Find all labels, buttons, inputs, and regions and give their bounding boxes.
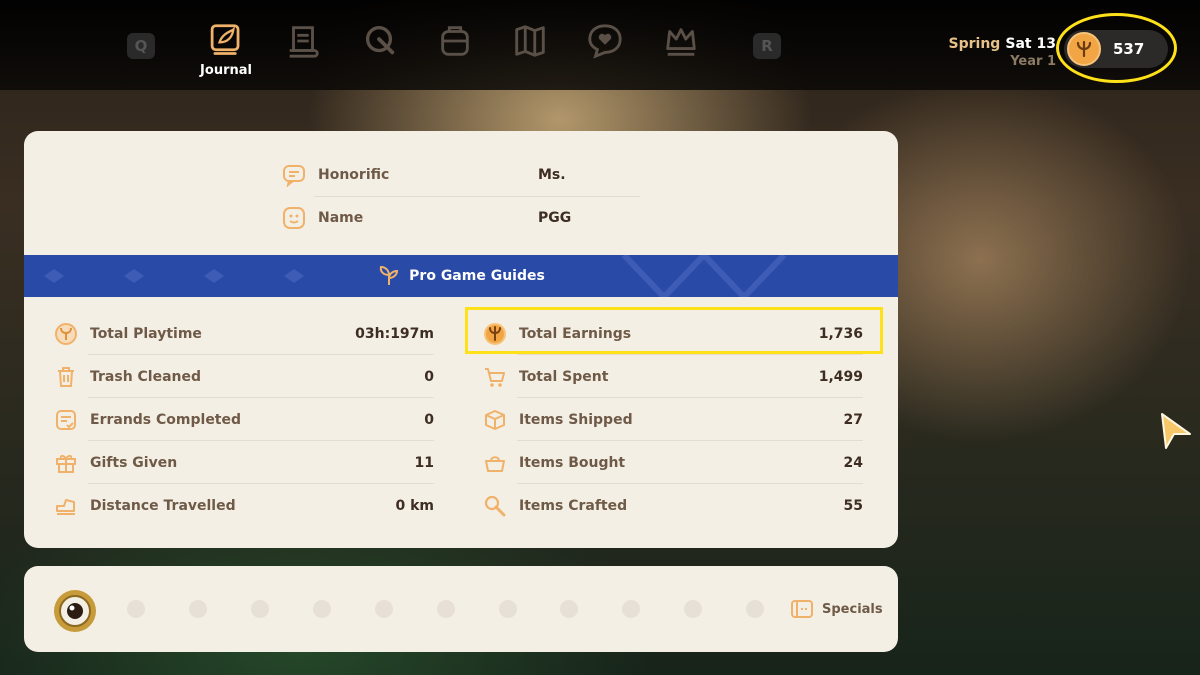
- basket-icon: [485, 456, 505, 472]
- stat-total-spent[interactable]: Total Spent 1,499: [483, 357, 863, 397]
- stat-value: 11: [414, 455, 434, 471]
- farm-name: Pro Game Guides: [409, 268, 545, 284]
- crown-icon: [666, 28, 696, 56]
- pointer-cursor-icon: [1161, 413, 1191, 449]
- date-display: Spring Sat 13 Year 1: [949, 34, 1056, 71]
- special-slot: [375, 600, 393, 618]
- map-icon: [515, 25, 545, 57]
- day-label: Sat 13: [1005, 36, 1056, 52]
- top-navigation-bar: Q Journal R Spring Sat 13 Year 1 537: [0, 0, 1200, 90]
- specials-label: Specials: [822, 601, 883, 617]
- leaf-sprout-icon: [379, 265, 399, 285]
- name-row[interactable]: Name PGG: [282, 197, 640, 239]
- stat-label: Items Crafted: [519, 498, 628, 514]
- honorific-value: Ms.: [538, 167, 566, 183]
- gift-icon: [56, 454, 76, 473]
- special-slot: [313, 600, 331, 618]
- stat-label: Items Shipped: [519, 412, 633, 428]
- stat-value: 03h:197m: [355, 326, 434, 342]
- profile-card: Honorific Ms. Name PGG Pro Game Guides T…: [24, 131, 898, 548]
- name-label: Name: [318, 210, 364, 226]
- divider: [88, 483, 434, 484]
- tab-map[interactable]: [505, 22, 555, 78]
- journal-icon: [210, 24, 240, 55]
- divider: [517, 483, 863, 484]
- craft-icon: [484, 495, 506, 517]
- stat-value: 27: [843, 412, 863, 428]
- divider: [517, 440, 863, 441]
- coin-highlight-ring: [1056, 13, 1177, 83]
- special-slot: [251, 600, 269, 618]
- playtime-icon: [55, 323, 77, 345]
- stat-errands-completed[interactable]: Errands Completed 0: [54, 400, 434, 440]
- stat-gifts-given[interactable]: Gifts Given 11: [54, 443, 434, 483]
- tab-inventory[interactable]: [430, 22, 480, 78]
- divider: [517, 397, 863, 398]
- stat-items-crafted[interactable]: Items Crafted 55: [483, 486, 863, 526]
- special-slot: [437, 600, 455, 618]
- speech-bubble-icon: [283, 165, 305, 187]
- special-slot: [189, 600, 207, 618]
- special-slot: [684, 600, 702, 618]
- tab-tools[interactable]: [354, 22, 404, 78]
- stat-value: 0: [424, 369, 434, 385]
- stat-items-bought[interactable]: Items Bought 24: [483, 443, 863, 483]
- stat-label: Gifts Given: [90, 455, 178, 471]
- earnings-highlight-box: [465, 307, 883, 354]
- stat-label: Total Spent: [519, 369, 609, 385]
- heart-chat-icon: [588, 24, 622, 59]
- tab-relationships[interactable]: [580, 22, 630, 78]
- scroll-icon: [289, 26, 319, 58]
- tab-journal-label: Journal: [200, 63, 252, 78]
- stat-value: 0: [424, 412, 434, 428]
- stat-value: 1,499: [818, 369, 863, 385]
- prev-tab-key-hint[interactable]: Q: [127, 33, 155, 59]
- tab-journal[interactable]: Journal: [200, 22, 252, 78]
- year-label: Year 1: [1010, 54, 1056, 69]
- stat-label: Items Bought: [519, 455, 626, 471]
- backpack-icon: [441, 26, 469, 56]
- divider: [88, 354, 434, 355]
- special-slot: [127, 600, 145, 618]
- divider: [88, 397, 434, 398]
- box-icon: [485, 410, 505, 430]
- stat-label: Total Playtime: [90, 326, 202, 342]
- stat-label: Trash Cleaned: [90, 369, 202, 385]
- stat-distance-travelled[interactable]: Distance Travelled 0 km: [54, 486, 434, 526]
- divider: [517, 354, 863, 355]
- shoe-icon: [56, 499, 75, 515]
- stat-label: Distance Travelled: [90, 498, 236, 514]
- divider: [88, 440, 434, 441]
- special-slot: [622, 600, 640, 618]
- season-label: Spring: [948, 36, 1001, 52]
- stat-trash-cleaned[interactable]: Trash Cleaned 0: [54, 357, 434, 397]
- special-slot: [746, 600, 764, 618]
- stat-value: 24: [843, 455, 863, 471]
- stat-value: 55: [843, 498, 863, 514]
- stat-items-shipped[interactable]: Items Shipped 27: [483, 400, 863, 440]
- specials-icon: [791, 600, 813, 618]
- stat-value: 0 km: [395, 498, 434, 514]
- smiley-icon: [283, 207, 305, 229]
- stat-label: Errands Completed: [90, 412, 242, 428]
- honorific-label: Honorific: [318, 167, 390, 183]
- eye-badge-icon[interactable]: [54, 590, 96, 632]
- special-slot: [499, 600, 517, 618]
- stat-total-playtime[interactable]: Total Playtime 03h:197m: [54, 314, 434, 354]
- specials-card: Specials: [24, 566, 898, 652]
- honorific-row[interactable]: Honorific Ms.: [282, 154, 640, 196]
- tab-achievements[interactable]: [656, 22, 706, 78]
- wrench-icon: [365, 26, 395, 55]
- next-tab-key-hint[interactable]: R: [753, 33, 781, 59]
- errand-icon: [56, 410, 76, 430]
- name-value: PGG: [538, 210, 572, 226]
- tab-quests[interactable]: [278, 22, 328, 78]
- trash-icon: [58, 367, 74, 387]
- cart-icon: [485, 368, 505, 387]
- farm-name-banner: Pro Game Guides: [24, 255, 898, 297]
- special-slot: [560, 600, 578, 618]
- specials-button[interactable]: Specials: [790, 597, 883, 621]
